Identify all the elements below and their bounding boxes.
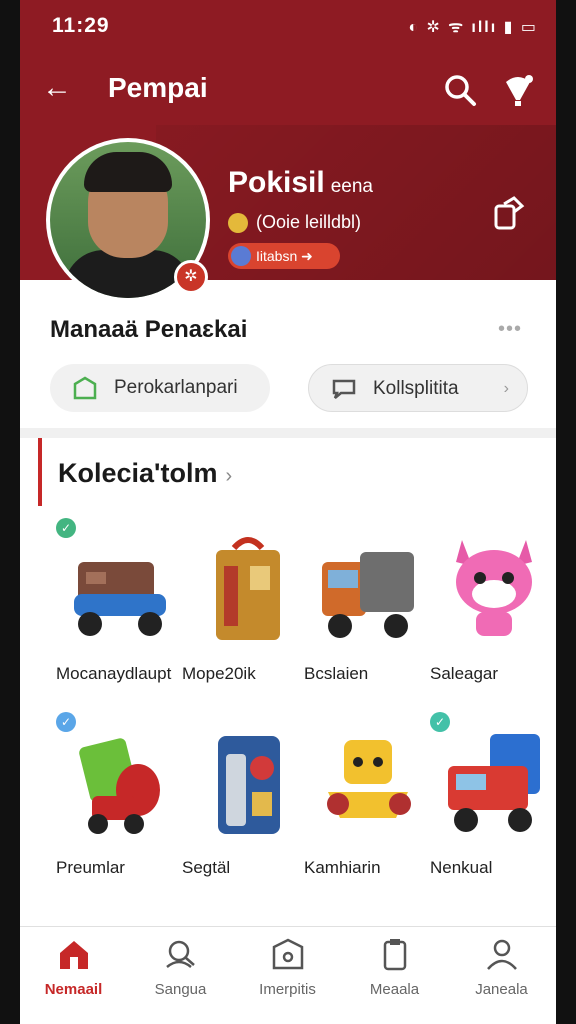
owner-section-title: Manaaä Penaɛkai [50, 316, 248, 343]
nav-item-profile[interactable]: Janeala [448, 927, 555, 1007]
robot-toy-image [79, 738, 160, 834]
arrow-left-icon[interactable]: ← [42, 68, 72, 108]
coin-icon [228, 213, 248, 234]
status-bar: 11:29 ◐ ✲ ᯤ ıllı ▮ ▭ [20, 0, 556, 52]
truck-toy-image [322, 552, 414, 638]
collection-title[interactable]: Kolecia'tolm › [58, 458, 232, 489]
profile-name-text: Pokisil [228, 166, 325, 199]
status-icons: ◐ ✲ ᯤ ıllı ▮ ▭ [408, 19, 538, 36]
home-indicator[interactable] [158, 1016, 378, 1021]
collection-item[interactable]: Bcslaien [304, 518, 428, 698]
profile-info: (Ooie leilldbl) [228, 212, 362, 234]
nav-label: Nemaail [44, 981, 103, 998]
bottom-navigation: Nemaail Sangua Imerpitis Meaala Janeala [20, 926, 556, 1008]
collection-section: Kolecia'tolm › ✓ Mocanaydlaupt Mope20ik [38, 438, 556, 926]
nav-item-home[interactable]: Nemaail [20, 927, 127, 1007]
collection-item-label: Kamhiarin [304, 858, 381, 877]
profile-name-suffix: eena [330, 176, 373, 197]
collection-item[interactable]: ✓ Preumlar [56, 712, 180, 892]
nav-item-list[interactable]: Meaala [341, 927, 448, 1007]
chip-button-2[interactable]: Kollsplitita › [308, 364, 528, 412]
app-screen: 11:29 ◐ ✲ ᯤ ıllı ▮ ▭ ← Pempai ✲ Pokisil e… [20, 0, 556, 1024]
collection-item-label: Segtäl [182, 858, 231, 877]
chat-icon [332, 379, 356, 399]
collection-item-label: Saleagar [430, 664, 499, 683]
collection-title-text: Kolecia'tolm [58, 458, 218, 488]
lightbulb-icon[interactable] [498, 70, 538, 110]
profile-tag-label: Iitabsn ➜ [256, 248, 313, 264]
machine-toy-image [216, 537, 280, 640]
nav-item-search[interactable]: Sangua [127, 927, 234, 1007]
collection-item[interactable]: ✓ Mocanaydlaupt [56, 518, 180, 698]
collection-item[interactable]: Segtäl [182, 712, 306, 892]
user-search-icon [166, 940, 195, 968]
avatar-badge-icon: ✲ [174, 260, 208, 294]
chevron-right-icon: › [225, 465, 233, 487]
truck-toy-image [448, 734, 540, 832]
section-accent-bar [38, 438, 42, 506]
clipboard-icon [383, 939, 407, 971]
profile-name: Pokisil eena [228, 166, 373, 200]
chip-label-1: Perokarlanpari [114, 377, 238, 398]
cabinet-toy-image [218, 736, 280, 834]
avatar[interactable]: ✲ [46, 138, 210, 302]
collection-item-label: Mope20ik [182, 664, 256, 683]
profile-icon [487, 939, 517, 970]
home-icon [60, 941, 88, 969]
section-divider [20, 428, 556, 438]
globe-icon [231, 246, 251, 266]
search-icon[interactable] [440, 70, 480, 110]
nav-label: Sangua [154, 981, 207, 998]
collection-item-label: Preumlar [56, 858, 125, 877]
page-title: Pempai [108, 72, 208, 103]
car-toy-image [327, 740, 411, 818]
collection-item[interactable]: ✓ Nenkual [430, 712, 554, 892]
more-options-icon[interactable]: ••• [498, 318, 522, 341]
collection-item-label: Nenkual [430, 858, 493, 877]
chip-button-1[interactable]: Perokarlanpari [50, 364, 270, 412]
bag-icon [73, 376, 97, 400]
collection-item[interactable]: Saleagar [430, 518, 554, 698]
collection-item-label: Mocanaydlaupt [56, 664, 172, 683]
app-bar: ← Pempai [20, 60, 556, 120]
vehicle-toy-image [74, 562, 166, 636]
nav-label: Imerpitis [259, 981, 316, 998]
chevron-right-icon: › [503, 380, 509, 397]
nav-item-store[interactable]: Imerpitis [234, 927, 341, 1007]
nav-label: Janeala [475, 981, 528, 998]
profile-tag-button[interactable]: Iitabsn ➜ [228, 243, 340, 269]
share-icon[interactable] [492, 196, 526, 232]
status-time: 11:29 [52, 14, 110, 37]
collection-item[interactable]: Mope20ik [182, 518, 306, 698]
collection-item-label: Bcslaien [304, 664, 369, 683]
nav-label: Meaala [369, 981, 420, 998]
creature-toy-image [456, 540, 532, 636]
store-icon [272, 938, 304, 970]
chip-label-2: Kollsplitita [373, 378, 459, 399]
profile-info-text: (Ooie leilldbl) [256, 212, 362, 232]
collection-item[interactable]: Kamhiarin [304, 712, 428, 892]
